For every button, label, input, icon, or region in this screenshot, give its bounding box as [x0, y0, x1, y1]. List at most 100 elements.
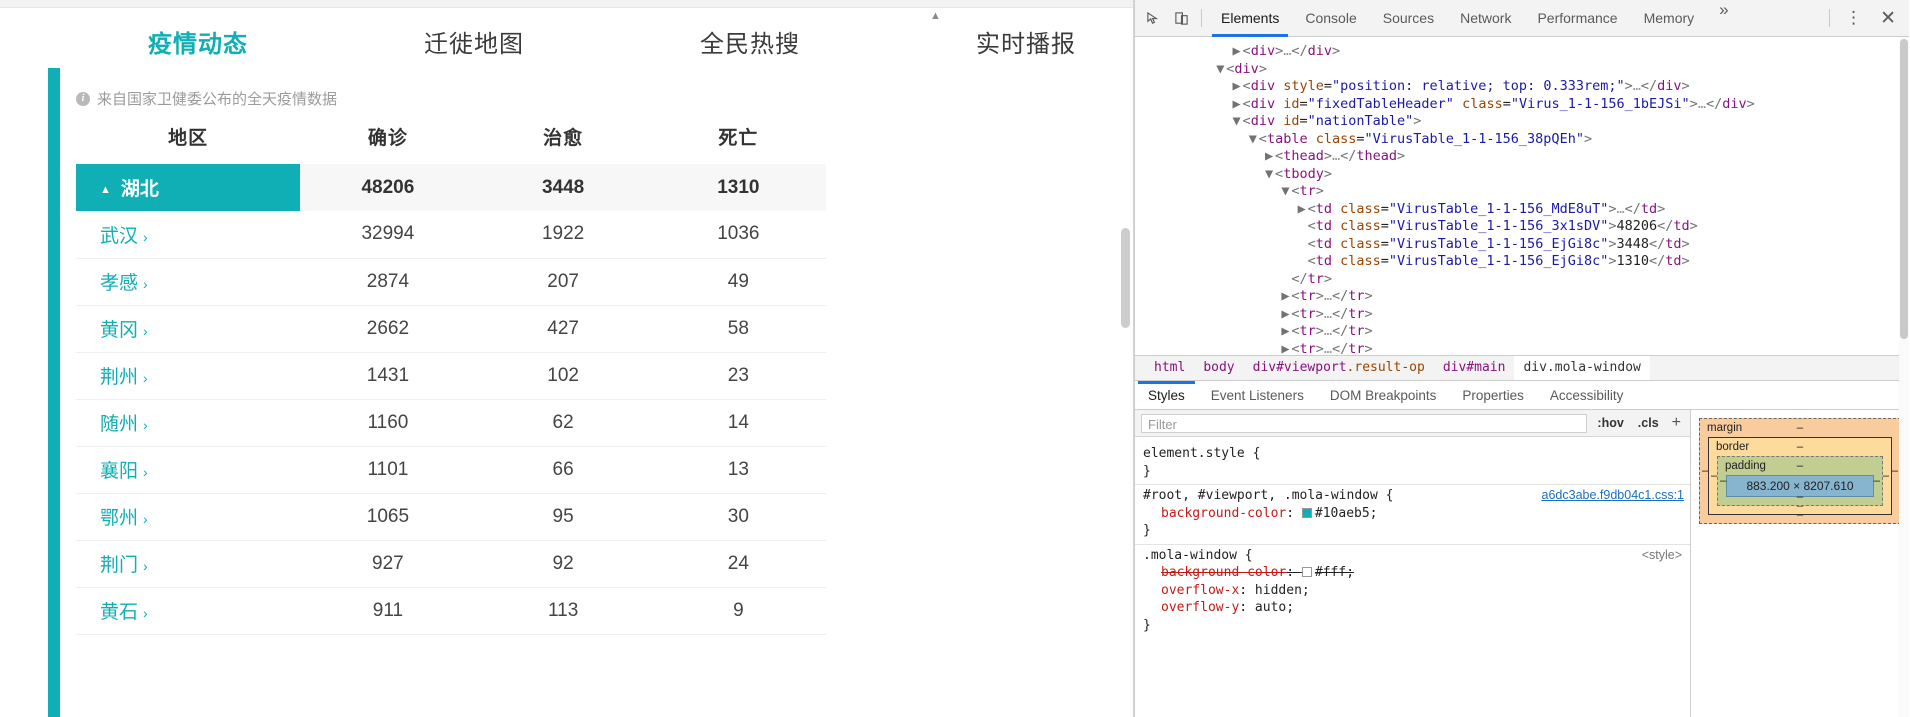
tab-sources[interactable]: Sources	[1370, 0, 1447, 37]
city-name-cell[interactable]: 黄石 ›	[76, 587, 301, 635]
city-name[interactable]: 黄冈	[100, 320, 138, 341]
dom-tree-line[interactable]: ▼ <tr>	[1135, 183, 1909, 201]
tab-elements[interactable]: Elements	[1208, 0, 1292, 37]
dom-tree-line[interactable]: <td class="VirusTable_1-1-156_EjGi8c">34…	[1135, 236, 1909, 254]
city-name[interactable]: 鄂州	[100, 508, 138, 529]
color-swatch[interactable]	[1301, 507, 1312, 518]
css-declaration[interactable]: overflow-x: hidden;	[1143, 582, 1690, 600]
expand-triangle-icon[interactable]: ▶	[1265, 148, 1275, 166]
hov-toggle-button[interactable]: :hov	[1593, 416, 1627, 430]
dom-tree-line[interactable]: ▶ <tr>…</tr>	[1135, 306, 1909, 324]
breadcrumb-item[interactable]: body	[1194, 356, 1243, 380]
table-row[interactable]: 荆州 › 1431 102 23	[76, 352, 826, 400]
dom-tree-line[interactable]: ▶ <td class="VirusTable_1-1-156_MdE8uT">……	[1135, 201, 1909, 219]
page-scrollbar-thumb[interactable]	[1121, 228, 1130, 328]
devtools-menu-icon[interactable]: ⋮	[1836, 8, 1871, 28]
dom-tree-line[interactable]: <td class="VirusTable_1-1-156_EjGi8c">13…	[1135, 253, 1909, 271]
province-name-cell[interactable]: ▲ 湖北	[76, 164, 301, 211]
column-header-region[interactable]: 地区	[76, 115, 300, 164]
css-rules-list[interactable]: element.style {} a6dc3abe.f9db04c1.css:1 #…	[1135, 437, 1690, 717]
expand-triangle-icon[interactable]	[1281, 271, 1291, 289]
column-header-confirmed[interactable]: 确诊	[300, 115, 475, 164]
expand-triangle-icon[interactable]: ▶	[1281, 323, 1291, 341]
devtools-scrollbar[interactable]	[1899, 37, 1909, 717]
expand-triangle-icon[interactable]: ▼	[1249, 131, 1259, 149]
dom-tree-line[interactable]: <td class="VirusTable_1-1-156_3x1sDV">48…	[1135, 218, 1909, 236]
margin-top-value[interactable]: –	[1797, 422, 1803, 434]
more-tabs-icon[interactable]: »	[1707, 0, 1740, 37]
table-row[interactable]: 襄阳 › 1101 66 13	[76, 446, 826, 494]
dom-tree-line[interactable]: ▶ <tr>…</tr>	[1135, 341, 1909, 356]
city-name-cell[interactable]: 鄂州 ›	[76, 493, 301, 541]
column-header-deaths[interactable]: 死亡	[651, 115, 826, 164]
expand-triangle-icon[interactable]	[1298, 253, 1308, 271]
column-header-cured[interactable]: 治愈	[476, 115, 651, 164]
css-declaration[interactable]: background-color: #fff;	[1143, 564, 1690, 582]
css-rule[interactable]: <style> .mola-window {background-color: #…	[1135, 543, 1690, 639]
expand-triangle-icon[interactable]	[1298, 236, 1308, 254]
expand-triangle-icon[interactable]: ▼	[1216, 61, 1226, 79]
color-swatch[interactable]	[1301, 567, 1312, 577]
city-name-cell[interactable]: 黄冈 ›	[76, 305, 301, 353]
css-property[interactable]: overflow-y	[1143, 600, 1239, 615]
tab-network[interactable]: Network	[1447, 0, 1524, 37]
scroll-up-arrow-icon[interactable]: ▲	[930, 10, 941, 22]
table-row[interactable]: 荆门 › 927 92 24	[76, 540, 826, 588]
expand-triangle-icon[interactable]: ▶	[1281, 306, 1291, 324]
city-name-cell[interactable]: 荆门 ›	[76, 540, 301, 588]
css-declaration[interactable]: overflow-y: auto;	[1143, 599, 1690, 617]
dom-tree-line[interactable]: ▼ <tbody>	[1135, 166, 1909, 184]
box-model-margin[interactable]: margin – – – – border – – – – padding – …	[1699, 418, 1901, 524]
expand-triangle-icon[interactable]: ▼	[1265, 166, 1275, 184]
city-name[interactable]: 孝感	[100, 273, 138, 294]
tab-event-listeners[interactable]: Event Listeners	[1198, 381, 1317, 409]
tab-styles[interactable]: Styles	[1135, 381, 1198, 409]
city-name-cell[interactable]: 荆州 ›	[76, 352, 301, 400]
city-name-cell[interactable]: 襄阳 ›	[76, 446, 301, 494]
city-name[interactable]: 武汉	[100, 226, 138, 247]
tab-console[interactable]: Console	[1292, 0, 1369, 37]
city-name[interactable]: 荆门	[100, 555, 138, 576]
expand-triangle-icon[interactable]: ▶	[1281, 341, 1291, 356]
box-model-border[interactable]: border – – – – padding – – – – 883.200 ×…	[1708, 437, 1892, 515]
dom-tree-panel[interactable]: ▶ <div>…</div> ▼ <div> ▶ <div style="positi…	[1135, 37, 1909, 355]
page-scrollbar[interactable]	[1121, 8, 1130, 717]
collapse-caret-icon[interactable]: ▲	[100, 184, 111, 196]
dom-tree-line[interactable]: ▶ <div>…</div>	[1135, 43, 1909, 61]
tab-memory[interactable]: Memory	[1631, 0, 1708, 37]
padding-bottom-value[interactable]: –	[1797, 491, 1803, 503]
dom-tree-line[interactable]: ▼ <div id="nationTable">	[1135, 113, 1909, 131]
border-right-value[interactable]: –	[1883, 470, 1889, 482]
breadcrumb-item[interactable]: div.mola-window	[1514, 356, 1650, 380]
dom-tree-line[interactable]: ▼ <div>	[1135, 61, 1909, 79]
tab-migration-map[interactable]: 迁徙地图	[336, 8, 612, 59]
box-model-padding[interactable]: padding – – – – 883.200 × 8207.610	[1717, 456, 1883, 506]
expand-triangle-icon[interactable]: ▶	[1233, 96, 1243, 114]
breadcrumb-item[interactable]: div#viewport.result-op	[1244, 356, 1434, 380]
inspect-element-icon[interactable]	[1139, 4, 1167, 32]
table-row[interactable]: 黄冈 › 2662 427 58	[76, 305, 826, 353]
breadcrumb-item[interactable]: html	[1145, 356, 1194, 380]
dom-tree-line[interactable]: ▶ <tr>…</tr>	[1135, 288, 1909, 306]
cls-toggle-button[interactable]: .cls	[1634, 416, 1663, 430]
tab-performance[interactable]: Performance	[1524, 0, 1630, 37]
table-row[interactable]: 随州 › 1160 62 14	[76, 399, 826, 447]
city-name[interactable]: 襄阳	[100, 461, 138, 482]
close-devtools-icon[interactable]: ✕	[1871, 7, 1905, 30]
css-selector[interactable]: .mola-window {	[1143, 547, 1690, 565]
new-style-rule-button[interactable]: +	[1669, 414, 1684, 432]
tab-dom-breakpoints[interactable]: DOM Breakpoints	[1317, 381, 1450, 409]
expand-triangle-icon[interactable]: ▶	[1233, 78, 1243, 96]
dom-tree[interactable]: ▶ <div>…</div> ▼ <div> ▶ <div style="positi…	[1135, 37, 1909, 355]
tab-live-broadcast[interactable]: 实时播报	[888, 8, 1133, 59]
devtools-scrollbar-thumb[interactable]	[1900, 39, 1908, 339]
device-toolbar-icon[interactable]	[1167, 4, 1195, 32]
city-name[interactable]: 随州	[100, 414, 138, 435]
dom-tree-line[interactable]: ▶ <div id="fixedTableHeader" class="Virus…	[1135, 96, 1909, 114]
border-top-value[interactable]: –	[1797, 441, 1803, 453]
css-rule[interactable]: a6dc3abe.f9db04c1.css:1 #root, #viewport,…	[1135, 484, 1690, 544]
css-property[interactable]: overflow-x	[1143, 583, 1239, 598]
expand-triangle-icon[interactable]: ▶	[1298, 201, 1308, 219]
tab-public-hot-search[interactable]: 全民热搜	[612, 8, 888, 59]
tab-epidemic-dynamics[interactable]: 疫情动态	[60, 8, 336, 73]
